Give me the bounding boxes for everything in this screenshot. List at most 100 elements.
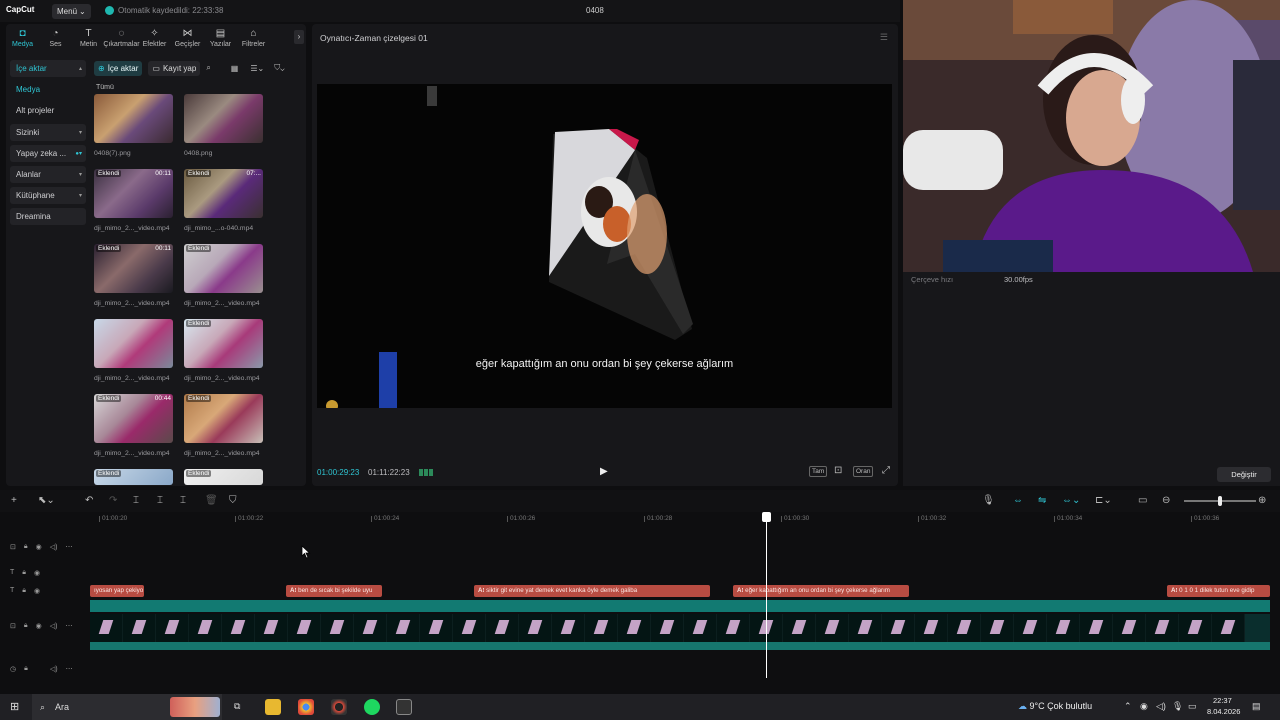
- sidenav-item-media[interactable]: Medya: [10, 81, 86, 98]
- tab-stickers[interactable]: ◌ Çıkartmalar: [103, 24, 139, 52]
- zoom-slider-knob[interactable]: [1218, 496, 1222, 506]
- eye-icon[interactable]: ◉: [36, 543, 42, 551]
- subtitle-clip[interactable]: A⁝ siktir git evine yat demek evet kanka…: [474, 585, 710, 597]
- modify-button[interactable]: Değiştir: [1217, 467, 1271, 482]
- snap-icon[interactable]: ⇔⌄: [1062, 495, 1080, 506]
- audio-waveform[interactable]: [90, 642, 1270, 650]
- tab-audio[interactable]: ◔ Ses: [39, 24, 72, 52]
- lock-icon[interactable]: 🔒︎: [24, 622, 28, 630]
- zoom-out-icon[interactable]: ⊖: [1162, 495, 1170, 506]
- search-icon[interactable]: ⌕: [206, 63, 210, 73]
- play-button[interactable]: ▶: [600, 466, 608, 477]
- network-icon[interactable]: ◉: [1140, 701, 1148, 712]
- sidenav-item-dreamina[interactable]: Dreamina: [10, 208, 86, 226]
- lock-icon[interactable]: 🔒︎: [24, 543, 28, 551]
- file-explorer-icon[interactable]: [265, 699, 281, 715]
- sidenav-item-import[interactable]: İçe aktar ▴: [10, 60, 86, 77]
- eye-icon[interactable]: ◉: [36, 622, 42, 630]
- obs-icon[interactable]: [331, 699, 347, 715]
- microphone-icon[interactable]: 🎙: [982, 495, 995, 506]
- speaker-icon[interactable]: ◁): [50, 622, 58, 630]
- captions-icon[interactable]: ▭: [1138, 495, 1147, 506]
- media-card[interactable]: Eklendi 00:11 dji_mimo_2..._video.mp4: [94, 244, 173, 307]
- windows-start-icon[interactable]: ⊞: [10, 700, 19, 713]
- notifications-icon[interactable]: ▤: [1252, 701, 1261, 712]
- subtitle-clip[interactable]: A⁝ eğer kapattığım an onu ordan bi şey ç…: [733, 585, 909, 597]
- grid-view-icon[interactable]: ▦: [231, 64, 239, 73]
- link-clips-icon[interactable]: ⇔: [1013, 495, 1023, 506]
- lock-icon[interactable]: 🔒︎: [24, 665, 28, 673]
- main-video-clip[interactable]: [90, 614, 1270, 642]
- sidenav-item-library[interactable]: Kütüphane ▾: [10, 187, 86, 205]
- zoom-in-icon[interactable]: ⊕: [1258, 495, 1266, 506]
- record-button[interactable]: ▭ Kayıt yap: [148, 60, 201, 76]
- playhead[interactable]: [762, 511, 771, 678]
- hamburger-menu-icon[interactable]: ☰: [880, 32, 888, 43]
- trim-right-icon[interactable]: ⌶: [180, 495, 186, 506]
- weather-widget[interactable]: ☁ 9°C Çok bulutlu: [1018, 701, 1092, 712]
- tab-media[interactable]: ◘ Medya: [6, 24, 39, 52]
- redo-icon[interactable]: ↷: [109, 495, 117, 506]
- sort-icon[interactable]: ☰⌄: [250, 64, 264, 73]
- media-card[interactable]: Eklendi 00:44 dji_mimo_2..._video.mp4: [94, 394, 173, 457]
- fullscreen-quality-button[interactable]: Tam: [809, 466, 828, 477]
- tab-text[interactable]: T Metin: [72, 24, 105, 52]
- subtitle-clip[interactable]: ıyosan yap çekiyo: [90, 585, 144, 597]
- media-card[interactable]: Eklendi 07:... dji_mimo_...o-040.mp4: [184, 169, 263, 232]
- media-card[interactable]: 0408.png: [184, 94, 263, 157]
- clock-date[interactable]: 8.04.2026: [1207, 707, 1240, 716]
- eye-icon[interactable]: ◉: [34, 569, 40, 577]
- sidenav-item-subprojects[interactable]: Alt projeler: [10, 102, 86, 119]
- media-card[interactable]: Eklendi: [184, 469, 263, 485]
- delete-icon[interactable]: 🗑: [205, 495, 218, 506]
- import-button[interactable]: ⊕ İçe aktar: [94, 60, 143, 76]
- taskbar-search[interactable]: ⌕ Ara: [32, 694, 222, 720]
- media-card[interactable]: Eklendi dji_mimo_2..._video.mp4: [184, 244, 263, 307]
- sidenav-item-ai[interactable]: Yapay zeka ... ●▾: [10, 144, 86, 162]
- subtitle-clip[interactable]: A⁝ ben de sıcak bi şekilde uyu: [286, 585, 382, 597]
- media-card[interactable]: Eklendi 00:11 dji_mimo_2..._video.mp4: [94, 169, 173, 232]
- video-preview[interactable]: eğer kapattığım an onu ordan bi şey çeke…: [317, 84, 892, 408]
- tab-effects[interactable]: ✧ Efektler: [138, 24, 171, 52]
- lock-icon[interactable]: 🔒︎: [22, 569, 26, 577]
- media-card[interactable]: dji_mimo_2..._video.mp4: [94, 319, 173, 382]
- preview-axis-icon[interactable]: ⊏⌄: [1095, 495, 1112, 506]
- more-icon[interactable]: ⋯: [65, 543, 72, 551]
- chrome-icon[interactable]: [298, 699, 314, 715]
- shield-icon[interactable]: ⛉: [229, 495, 237, 506]
- split-icon[interactable]: ⌶: [133, 495, 139, 506]
- select-cursor-icon[interactable]: ⬉⌄: [38, 495, 55, 506]
- filter-funnel-icon[interactable]: ⛉⌄: [274, 63, 284, 73]
- task-view-icon[interactable]: ⧉: [234, 701, 240, 712]
- tab-captions[interactable]: ▤ Yazılar: [204, 24, 237, 52]
- media-card[interactable]: Eklendi: [94, 469, 173, 485]
- menu-button[interactable]: Menü ⌄: [52, 4, 91, 19]
- magnet-icon[interactable]: ⇋: [1038, 495, 1046, 506]
- expand-icon[interactable]: ⤢: [882, 465, 890, 476]
- screenshot-icon[interactable]: ⊡: [834, 465, 842, 476]
- timeline-ruler[interactable]: 01:00:20 01:00:22 01:00:24 01:00:26 01:0…: [90, 512, 1280, 526]
- chevron-up-icon[interactable]: ⌃: [1124, 701, 1132, 712]
- subtitle-clip[interactable]: A⁝ 0 1 0 1 dilek tutun eve gidip: [1167, 585, 1270, 597]
- more-icon[interactable]: ⋯: [66, 665, 73, 673]
- sidenav-item-spaces[interactable]: Alanlar ▾: [10, 165, 86, 183]
- tabs-scroll-right-button[interactable]: ›: [294, 30, 304, 44]
- spotify-icon[interactable]: [364, 699, 380, 715]
- volume-icon[interactable]: ◁): [1156, 701, 1166, 712]
- media-card[interactable]: 0408(7).png: [94, 94, 173, 157]
- tab-transitions[interactable]: ⋈ Geçişler: [171, 24, 204, 52]
- lock-icon[interactable]: 🔒︎: [22, 587, 26, 595]
- media-card[interactable]: Eklendi dji_mimo_2..._video.mp4: [184, 394, 263, 457]
- microphone-icon[interactable]: 🎙: [1172, 701, 1183, 712]
- undo-icon[interactable]: ↶: [85, 495, 93, 506]
- clock-time[interactable]: 22:37: [1213, 696, 1232, 705]
- project-name[interactable]: 0408: [586, 6, 604, 15]
- more-icon[interactable]: ⋯: [65, 622, 72, 630]
- speaker-icon[interactable]: ◁): [50, 665, 58, 673]
- media-card[interactable]: Eklendi dji_mimo_2..._video.mp4: [184, 319, 263, 382]
- tab-filters[interactable]: ⌂ Filtreler: [237, 24, 270, 52]
- add-track-icon[interactable]: +: [11, 495, 17, 506]
- overlay-clip[interactable]: [90, 600, 1270, 612]
- capcut-icon[interactable]: [396, 699, 412, 715]
- sidenav-item-yours[interactable]: Sizinki ▾: [10, 123, 86, 141]
